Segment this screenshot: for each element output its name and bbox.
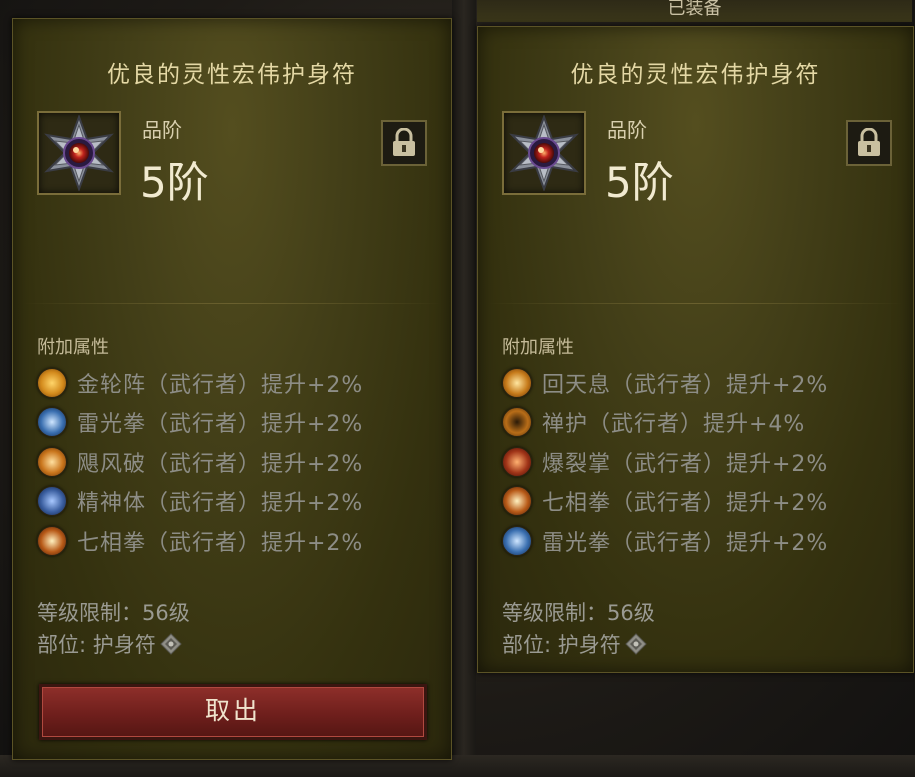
affix-row: 雷光拳（武行者）提升+2% (502, 521, 828, 561)
seven-sided-strike-icon (37, 525, 67, 556)
item-title: 优良的灵性宏伟护身符 (107, 62, 357, 88)
quality-value: 5阶 (605, 158, 674, 207)
equipped-label: 已装备 (477, 0, 912, 22)
affix-header: 附加属性 (37, 337, 109, 358)
padlock-icon (858, 128, 880, 156)
item-tooltip-right-equipped: 优良的灵性宏伟护身符 品阶 5阶 附加属性 回天息（武行者）提升+2% 禅护（武… (477, 26, 914, 673)
item-icon-frame (502, 111, 586, 195)
affix-row: 七相拳（武行者）提升+2% (37, 521, 363, 561)
quality-label: 品阶 (607, 118, 647, 142)
thunder-fist-icon (502, 525, 532, 556)
affix-row: 七相拳（武行者）提升+2% (502, 482, 828, 522)
lock-button[interactable] (381, 120, 427, 166)
affix-text: 禅护（武行者）提升+4% (542, 412, 806, 438)
affix-row: 飓风破（武行者）提升+2% (37, 442, 363, 482)
padlock-icon (393, 128, 415, 156)
affix-list: 金轮阵（武行者）提升+2% 雷光拳（武行者）提升+2% 飓风破（武行者）提升+2… (37, 363, 363, 561)
affix-text: 精神体（武行者）提升+2% (77, 491, 364, 517)
affix-row: 精神体（武行者）提升+2% (37, 482, 363, 522)
exploding-palm-icon (502, 446, 532, 477)
affix-row: 爆裂掌（武行者）提升+2% (502, 442, 828, 482)
affix-text: 回天息（武行者）提升+2% (542, 372, 829, 398)
affix-row: 禅护（武行者）提升+4% (502, 403, 828, 443)
item-slot: 部位: 护身符 (502, 629, 647, 660)
affix-text: 飓风破（武行者）提升+2% (77, 451, 364, 477)
amulet-icon (509, 115, 579, 191)
item-slot-text: 部位: 护身符 (502, 633, 621, 657)
affix-header: 附加属性 (502, 337, 574, 358)
affix-text: 七相拳（武行者）提升+2% (542, 491, 829, 517)
spirit-body-icon (37, 486, 67, 517)
item-title: 优良的灵性宏伟护身符 (570, 62, 821, 88)
quality-label: 品阶 (142, 118, 182, 142)
affix-text: 金轮阵（武行者）提升+2% (77, 372, 364, 398)
amulet-slot-icon (160, 632, 182, 660)
affix-list: 回天息（武行者）提升+2% 禅护（武行者）提升+4% 爆裂掌（武行者）提升+2%… (502, 363, 828, 561)
item-tooltip-left: 优良的灵性宏伟护身符 品阶 5阶 附加属性 金轮阵（武行者）提升+2% 雷光拳（… (12, 18, 452, 760)
seven-sided-strike-icon (502, 486, 532, 517)
serenity-icon (502, 407, 532, 438)
affix-row: 雷光拳（武行者）提升+2% (37, 403, 363, 443)
amulet-icon (44, 115, 114, 191)
item-slot-text: 部位: 护身符 (37, 633, 156, 657)
lock-button[interactable] (846, 120, 892, 166)
breath-of-heaven-icon (502, 367, 532, 398)
thunder-fist-icon (37, 407, 67, 438)
amulet-slot-icon (625, 632, 647, 660)
affix-row: 回天息（武行者）提升+2% (502, 363, 828, 403)
take-out-button[interactable]: 取出 (39, 684, 427, 740)
cyclone-strike-icon (37, 446, 67, 477)
affix-text: 七相拳（武行者）提升+2% (77, 530, 364, 556)
section-divider (488, 303, 903, 304)
item-slot: 部位: 护身符 (37, 629, 182, 660)
item-icon-frame (37, 111, 121, 195)
affix-text: 爆裂掌（武行者）提升+2% (542, 451, 829, 477)
golden-wheel-icon (37, 367, 67, 398)
affix-text: 雷光拳（武行者）提升+2% (542, 530, 829, 556)
affix-row: 金轮阵（武行者）提升+2% (37, 363, 363, 403)
affix-text: 雷光拳（武行者）提升+2% (77, 412, 364, 438)
section-divider (23, 303, 441, 304)
quality-value: 5阶 (140, 158, 209, 207)
level-requirement: 等级限制：56级 (37, 601, 190, 625)
level-requirement: 等级限制：56级 (502, 601, 655, 625)
background-divider (452, 0, 476, 777)
